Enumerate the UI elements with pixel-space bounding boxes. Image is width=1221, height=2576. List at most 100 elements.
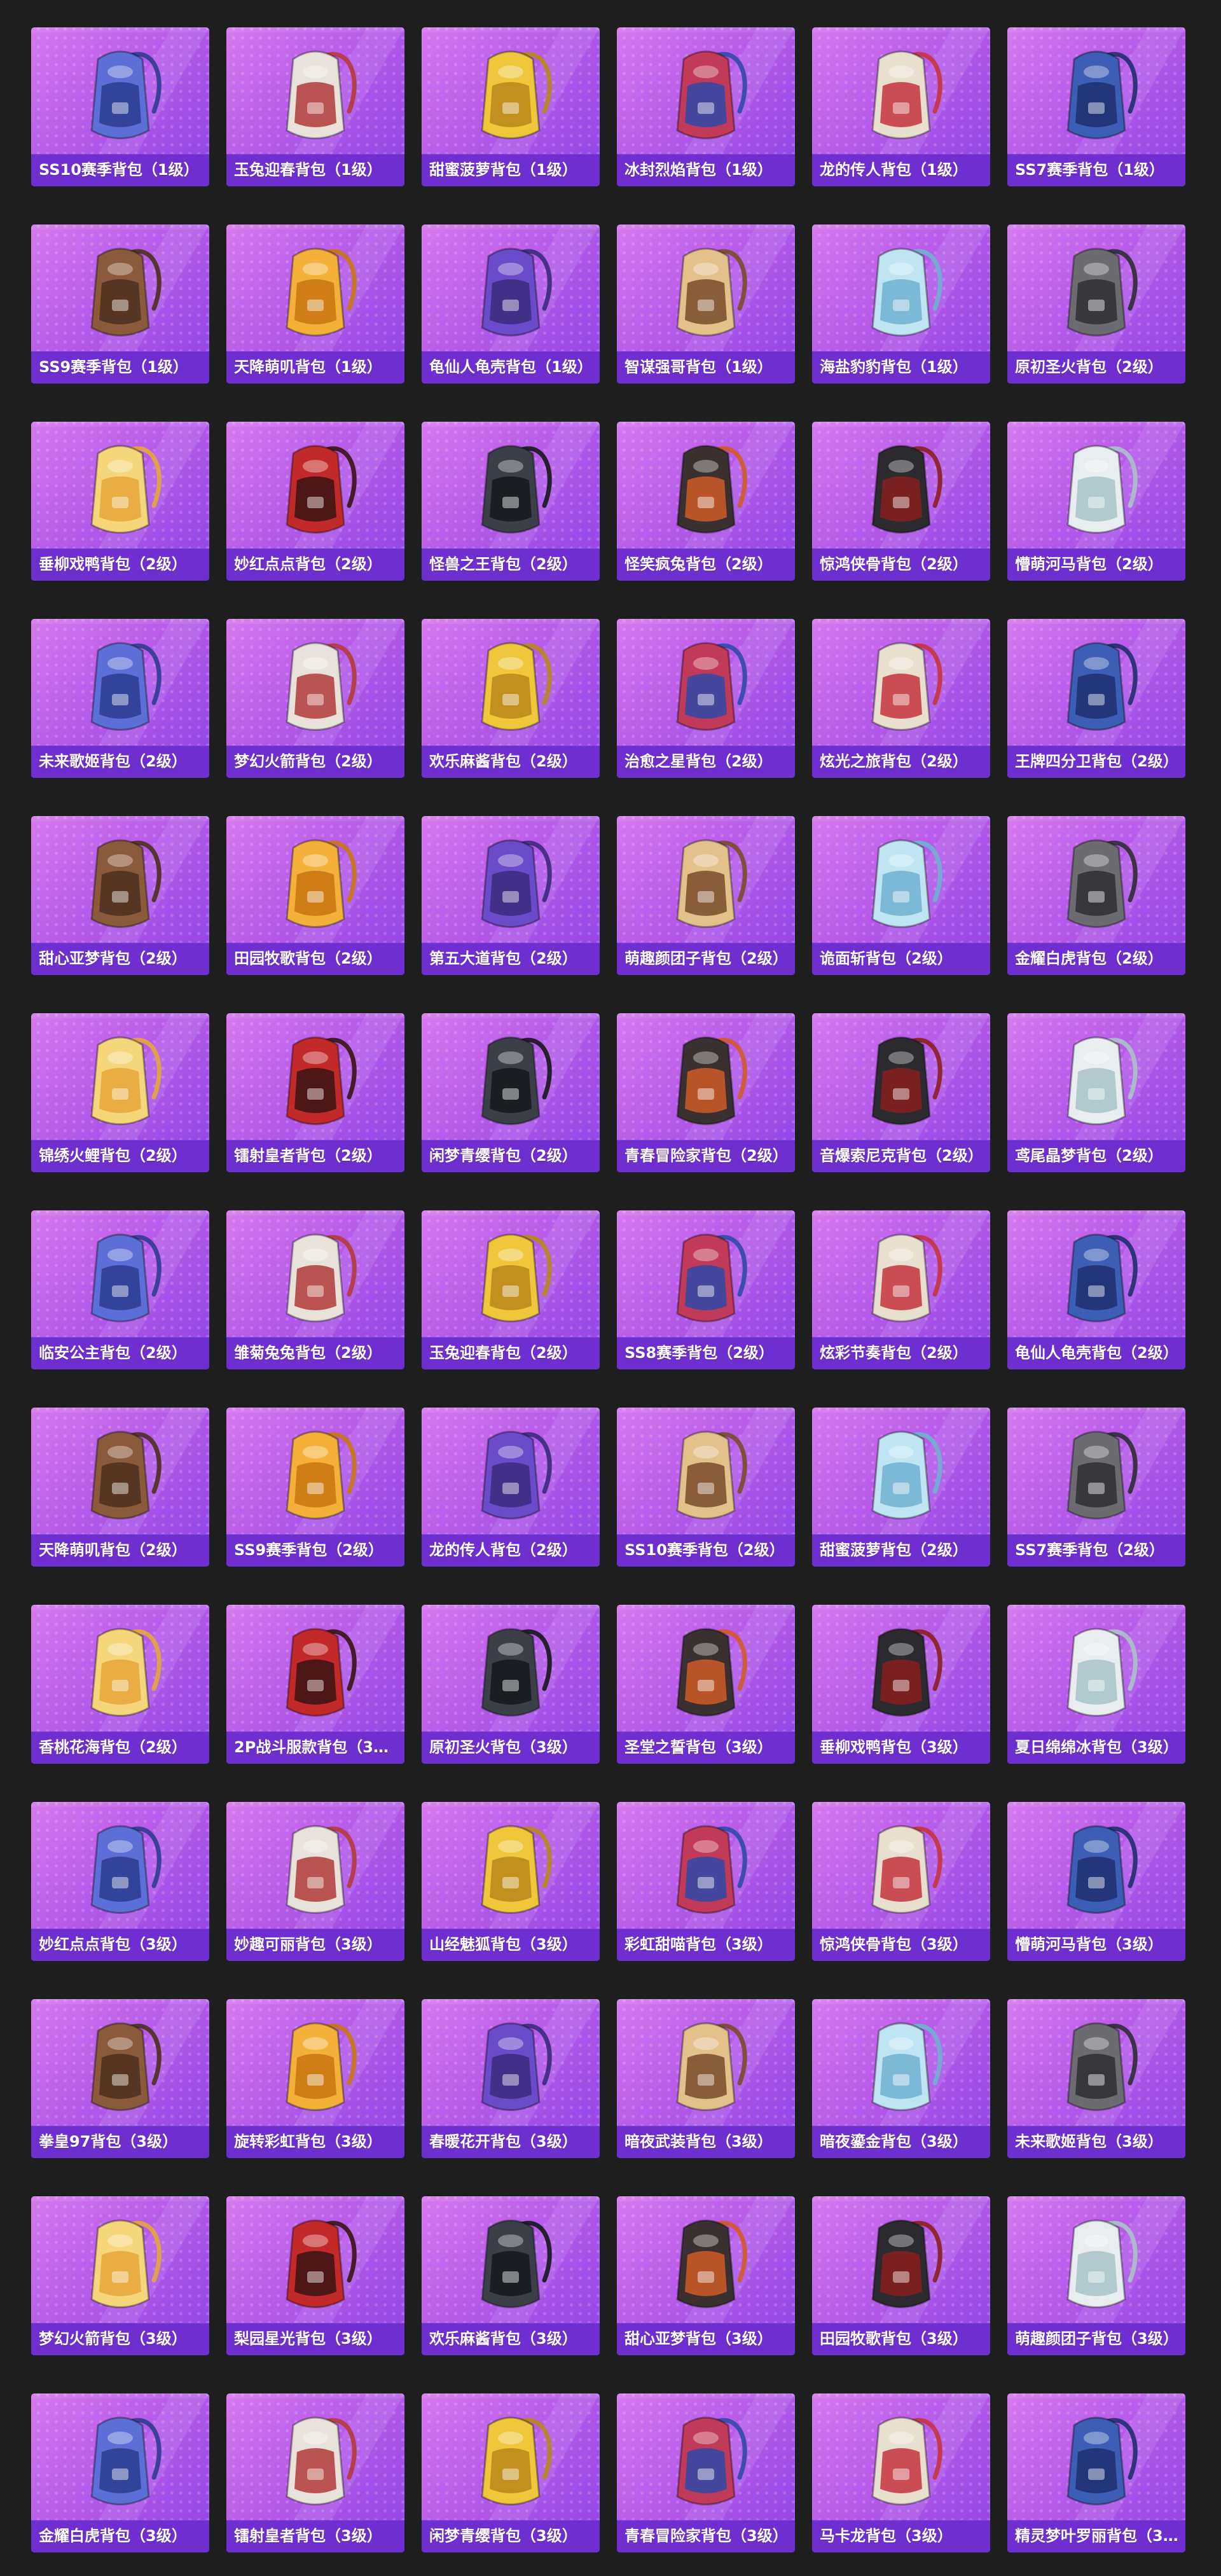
backpack-card[interactable]: 怪笑疯兔背包（2级） <box>617 422 795 581</box>
backpack-name: 圣堂之誓背包（3级） <box>624 1738 773 1756</box>
backpack-card[interactable]: 拳皇97背包（3级） <box>31 1999 209 2158</box>
backpack-card[interactable]: 诡面斩背包（2级） <box>812 816 990 975</box>
backpack-card[interactable]: 旋转彩虹背包（3级） <box>226 1999 404 2158</box>
backpack-card[interactable]: SS7赛季背包（1级） <box>1007 27 1185 186</box>
backpack-card[interactable]: SS10赛季背包（1级） <box>31 27 209 186</box>
backpack-name: 马卡龙背包（3级） <box>820 2527 953 2545</box>
backpack-card[interactable]: 镭射皇者背包（3级） <box>226 2393 404 2552</box>
backpack-card[interactable]: 精灵梦叶罗丽背包（3级） <box>1007 2393 1185 2552</box>
backpack-card[interactable]: 甜蜜菠萝背包（2级） <box>812 1408 990 1567</box>
backpack-card[interactable]: 萌趣颜团子背包（2级） <box>617 816 795 975</box>
backpack-card[interactable]: 龙的传人背包（1级） <box>812 27 990 186</box>
backpack-card[interactable]: 香桃花海背包（2级） <box>31 1605 209 1764</box>
backpack-card[interactable]: 龟仙人龟壳背包（1级） <box>422 225 600 384</box>
backpack-card[interactable]: 龟仙人龟壳背包（2级） <box>1007 1210 1185 1369</box>
backpack-card[interactable]: 王牌四分卫背包（2级） <box>1007 619 1185 778</box>
backpack-card[interactable]: 怪兽之王背包（2级） <box>422 422 600 581</box>
backpack-card[interactable]: 甜蜜菠萝背包（1级） <box>422 27 600 186</box>
backpack-icon <box>72 1816 168 1924</box>
backpack-icon <box>268 1224 363 1333</box>
backpack-card[interactable]: 原初圣火背包（3级） <box>422 1605 600 1764</box>
backpack-icon <box>1049 239 1144 347</box>
backpack-card[interactable]: 冰封烈焰背包（1级） <box>617 27 795 186</box>
backpack-name: 炫光之旅背包（2级） <box>820 752 968 770</box>
backpack-icon <box>463 2210 558 2318</box>
backpack-icon <box>1049 830 1144 938</box>
backpack-card[interactable]: 玉兔迎春背包（2级） <box>422 1210 600 1369</box>
backpack-card[interactable]: 镭射皇者背包（2级） <box>226 1013 404 1172</box>
backpack-card[interactable]: 欢乐麻酱背包（3级） <box>422 2196 600 2355</box>
backpack-card[interactable]: 未来歌姬背包（2级） <box>31 619 209 778</box>
backpack-card[interactable]: 甜心亚梦背包（2级） <box>31 816 209 975</box>
backpack-name: 暗夜鎏金背包（3级） <box>820 2133 968 2150</box>
backpack-card[interactable]: 懵萌河马背包（3级） <box>1007 1802 1185 1961</box>
backpack-card[interactable]: 闲梦青缨背包（2级） <box>422 1013 600 1172</box>
backpack-name: 龙的传人背包（2级） <box>429 1541 577 1559</box>
backpack-card[interactable]: 圣堂之誓背包（3级） <box>617 1605 795 1764</box>
backpack-card[interactable]: 甜心亚梦背包（3级） <box>617 2196 795 2355</box>
backpack-name: 垂柳戏鸭背包（2级） <box>39 555 187 573</box>
backpack-icon <box>853 239 949 347</box>
backpack-card[interactable]: 音爆索尼克背包（2级） <box>812 1013 990 1172</box>
backpack-card[interactable]: 梨园星光背包（3级） <box>226 2196 404 2355</box>
backpack-card[interactable]: 惊鸿侠骨背包（3级） <box>812 1802 990 1961</box>
backpack-card[interactable]: 懵萌河马背包（2级） <box>1007 422 1185 581</box>
backpack-card[interactable]: 炫彩节奏背包（2级） <box>812 1210 990 1369</box>
backpack-card[interactable]: 海盐豹豹背包（1级） <box>812 225 990 384</box>
backpack-card[interactable]: 青春冒险家背包（2级） <box>617 1013 795 1172</box>
backpack-card[interactable]: 锦绣火鲤背包（2级） <box>31 1013 209 1172</box>
backpack-card[interactable]: 山经魅狐背包（3级） <box>422 1802 600 1961</box>
backpack-card[interactable]: 暗夜武装背包（3级） <box>617 1999 795 2158</box>
backpack-card[interactable]: SS8赛季背包（2级） <box>617 1210 795 1369</box>
backpack-card[interactable]: 智谋强哥背包（1级） <box>617 225 795 384</box>
backpack-card[interactable]: 彩虹甜喵背包（3级） <box>617 1802 795 1961</box>
backpack-card[interactable]: SS9赛季背包（2级） <box>226 1408 404 1567</box>
backpack-card[interactable]: 惊鸿侠骨背包（2级） <box>812 422 990 581</box>
backpack-card[interactable]: 炫光之旅背包（2级） <box>812 619 990 778</box>
backpack-card[interactable]: 金耀白虎背包（2级） <box>1007 816 1185 975</box>
backpack-card[interactable]: 梦幻火箭背包（2级） <box>226 619 404 778</box>
backpack-card[interactable]: 马卡龙背包（3级） <box>812 2393 990 2552</box>
backpack-card[interactable]: 天降萌叽背包（2级） <box>31 1408 209 1567</box>
backpack-card[interactable]: 临安公主背包（2级） <box>31 1210 209 1369</box>
backpack-card[interactable]: 垂柳戏鸭背包（3级） <box>812 1605 990 1764</box>
backpack-card[interactable]: 田园牧歌背包（2级） <box>226 816 404 975</box>
backpack-card[interactable]: 春暖花开背包（3级） <box>422 1999 600 2158</box>
backpack-card[interactable]: 治愈之星背包（2级） <box>617 619 795 778</box>
backpack-icon <box>853 1816 949 1924</box>
backpack-card[interactable]: 青春冒险家背包（3级） <box>617 2393 795 2552</box>
backpack-card[interactable]: 妙红点点背包（3级） <box>31 1802 209 1961</box>
backpack-card[interactable]: 梦幻火箭背包（3级） <box>31 2196 209 2355</box>
backpack-card[interactable]: SS10赛季背包（2级） <box>617 1408 795 1567</box>
backpack-card[interactable]: 原初圣火背包（2级） <box>1007 225 1185 384</box>
backpack-card[interactable]: 妙趣可丽背包（3级） <box>226 1802 404 1961</box>
backpack-card[interactable]: 玉兔迎春背包（1级） <box>226 27 404 186</box>
backpack-name: 炫彩节奏背包（2级） <box>820 1344 968 1362</box>
backpack-card[interactable]: SS7赛季背包（2级） <box>1007 1408 1185 1567</box>
backpack-name: SS9赛季背包（1级） <box>39 358 188 376</box>
backpack-name: 镭射皇者背包（2级） <box>234 1147 382 1165</box>
backpack-card[interactable]: 暗夜鎏金背包（3级） <box>812 1999 990 2158</box>
backpack-card[interactable]: SS9赛季背包（1级） <box>31 225 209 384</box>
backpack-name: 玉兔迎春背包（1级） <box>234 161 382 179</box>
backpack-card[interactable]: 第五大道背包（2级） <box>422 816 600 975</box>
backpack-icon <box>1049 2210 1144 2318</box>
backpack-icon <box>1049 1816 1144 1924</box>
backpack-card[interactable]: 欢乐麻酱背包（2级） <box>422 619 600 778</box>
backpack-card[interactable]: 天降萌叽背包（1级） <box>226 225 404 384</box>
backpack-card[interactable]: 垂柳戏鸭背包（2级） <box>31 422 209 581</box>
backpack-card[interactable]: 夏日绵绵冰背包（3级） <box>1007 1605 1185 1764</box>
backpack-card[interactable]: 雏菊兔兔背包（2级） <box>226 1210 404 1369</box>
backpack-card[interactable]: 2P战斗服款背包（3级） <box>226 1605 404 1764</box>
backpack-card[interactable]: 萌趣颜团子背包（3级） <box>1007 2196 1185 2355</box>
backpack-card[interactable]: 妙红点点背包（2级） <box>226 422 404 581</box>
backpack-icon <box>463 1027 558 1135</box>
backpack-card[interactable]: 未来歌姬背包（3级） <box>1007 1999 1185 2158</box>
backpack-card[interactable]: 龙的传人背包（2级） <box>422 1408 600 1567</box>
backpack-card[interactable]: 金耀白虎背包（3级） <box>31 2393 209 2552</box>
backpack-name: 欢乐麻酱背包（2级） <box>429 752 577 770</box>
backpack-icon <box>268 633 363 741</box>
backpack-card[interactable]: 鸢尾晶梦背包（2级） <box>1007 1013 1185 1172</box>
backpack-card[interactable]: 田园牧歌背包（3级） <box>812 2196 990 2355</box>
backpack-card[interactable]: 闲梦青缨背包（3级） <box>422 2393 600 2552</box>
